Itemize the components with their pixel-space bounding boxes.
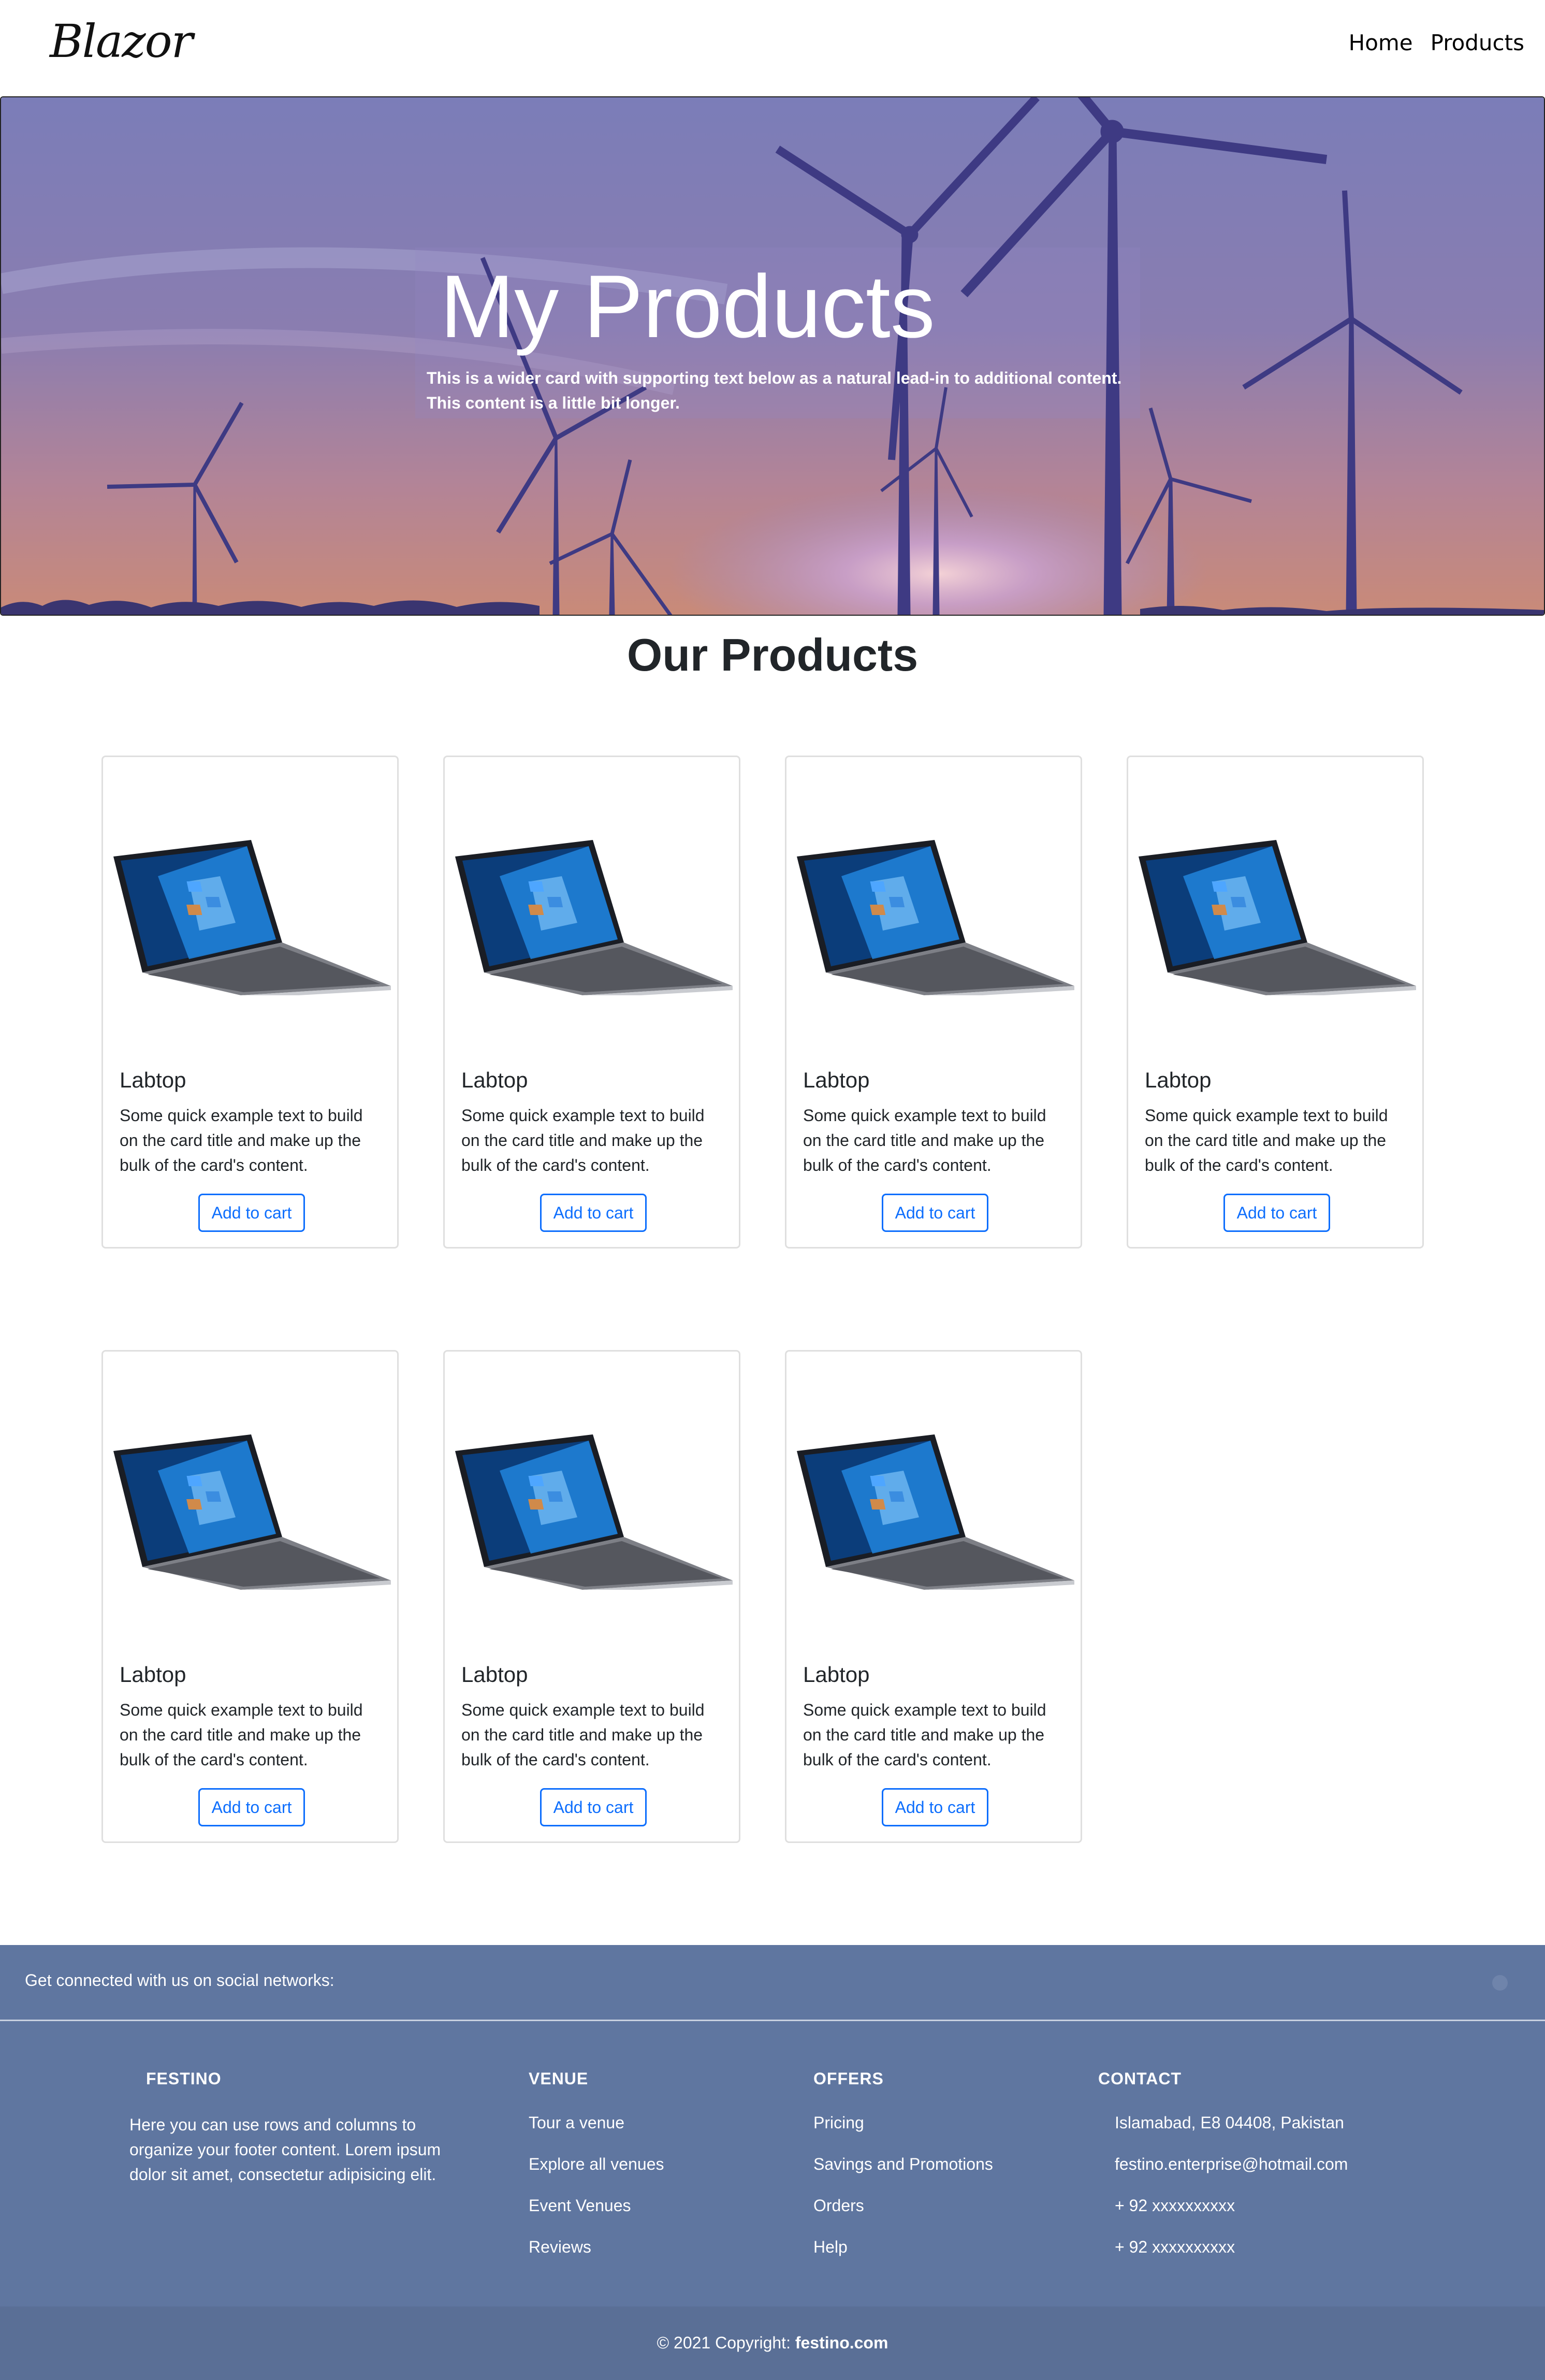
footer-offers-heading: OFFERS bbox=[813, 2069, 884, 2088]
brand-logo[interactable]: Blazor bbox=[50, 14, 193, 68]
add-to-cart-button[interactable]: Add to cart bbox=[540, 1194, 647, 1232]
laptop-icon bbox=[113, 840, 391, 995]
footer-link-event-venues[interactable]: Event Venues bbox=[529, 2195, 664, 2237]
nav-link-home[interactable]: Home bbox=[1349, 30, 1413, 55]
laptop-icon bbox=[1139, 840, 1416, 995]
footer-link-explore-venues[interactable]: Explore all venues bbox=[529, 2154, 664, 2195]
copyright-prefix: © 2021 Copyright: bbox=[657, 2333, 795, 2352]
footer-link-pricing[interactable]: Pricing bbox=[813, 2112, 993, 2154]
copyright-text: © 2021 Copyright: festino.com bbox=[0, 2333, 1545, 2353]
footer-contact-column: CONTACT Islamabad, E8 04408, Pakistan fe… bbox=[1098, 2069, 1348, 2278]
add-to-cart-button[interactable]: Add to cart bbox=[198, 1788, 305, 1826]
product-card-title: Labtop bbox=[461, 1068, 528, 1092]
product-card-title: Labtop bbox=[1145, 1068, 1212, 1092]
copyright-bar: © 2021 Copyright: festino.com bbox=[0, 2306, 1545, 2380]
social-bar: Get connected with us on social networks… bbox=[0, 1945, 1545, 2021]
footer-brand-column: FESTINO Here you can use rows and column… bbox=[129, 2069, 482, 2187]
add-to-cart-button[interactable]: Add to cart bbox=[882, 1788, 988, 1826]
product-card: Labtop Some quick example text to build o… bbox=[1127, 756, 1424, 1249]
nav-link-products[interactable]: Products bbox=[1431, 30, 1524, 55]
social-network-icon[interactable] bbox=[1492, 1975, 1508, 1991]
product-card-title: Labtop bbox=[803, 1662, 870, 1687]
product-card: Labtop Some quick example text to build o… bbox=[785, 756, 1082, 1249]
product-card-text: Some quick example text to build on the … bbox=[120, 1106, 363, 1174]
product-card: Labtop Some quick example text to build o… bbox=[443, 1350, 740, 1843]
footer-contact-address: Islamabad, E8 04408, Pakistan bbox=[1115, 2113, 1344, 2132]
laptop-icon bbox=[797, 840, 1074, 995]
footer-contact-heading: CONTACT bbox=[1098, 2069, 1182, 2088]
footer-link-tour-venue[interactable]: Tour a venue bbox=[529, 2112, 664, 2154]
footer: Get connected with us on social networks… bbox=[0, 1945, 1545, 2380]
product-card-text: Some quick example text to build on the … bbox=[120, 1701, 363, 1769]
section-title: Our Products bbox=[626, 629, 919, 680]
nav-links: Home Products bbox=[1349, 30, 1524, 55]
add-to-cart-button[interactable]: Add to cart bbox=[1223, 1194, 1330, 1232]
product-card: Labtop Some quick example text to build o… bbox=[785, 1350, 1082, 1843]
copyright-brand-link[interactable]: festino.com bbox=[795, 2333, 888, 2352]
footer-contact-phone: + 92 xxxxxxxxxx bbox=[1115, 2238, 1235, 2256]
footer-venue-column: VENUE Tour a venue Explore all venues Ev… bbox=[529, 2069, 664, 2278]
footer-contact-email[interactable]: festino.enterprise@hotmail.com bbox=[1115, 2154, 1348, 2195]
product-card-text: Some quick example text to build on the … bbox=[461, 1701, 705, 1769]
footer-link-reviews[interactable]: Reviews bbox=[529, 2237, 664, 2278]
product-card-title: Labtop bbox=[803, 1068, 870, 1092]
product-card-title: Labtop bbox=[120, 1662, 186, 1687]
footer-link-savings[interactable]: Savings and Promotions bbox=[813, 2154, 993, 2195]
laptop-icon bbox=[455, 840, 733, 995]
laptop-icon bbox=[113, 1434, 391, 1590]
hero-title: My Products bbox=[440, 257, 935, 356]
footer-brand-heading: FESTINO bbox=[146, 2069, 222, 2088]
product-card: Labtop Some quick example text to build o… bbox=[101, 1350, 399, 1843]
footer-contact-phone: + 92 xxxxxxxxxx bbox=[1115, 2196, 1235, 2215]
laptop-icon bbox=[455, 1434, 733, 1590]
product-card: Labtop Some quick example text to build o… bbox=[101, 756, 399, 1249]
product-card-text: Some quick example text to build on the … bbox=[1145, 1106, 1388, 1174]
footer-offers-column: OFFERS Pricing Savings and Promotions Or… bbox=[813, 2069, 993, 2278]
navbar: Blazor Home Products bbox=[0, 0, 1545, 96]
product-card-title: Labtop bbox=[120, 1068, 186, 1092]
laptop-icon bbox=[797, 1434, 1074, 1590]
footer-link-orders[interactable]: Orders bbox=[813, 2195, 993, 2237]
product-card-title: Labtop bbox=[461, 1662, 528, 1687]
product-card-text: Some quick example text to build on the … bbox=[461, 1106, 705, 1174]
footer-venue-heading: VENUE bbox=[529, 2069, 589, 2088]
product-card-text: Some quick example text to build on the … bbox=[803, 1701, 1046, 1769]
footer-brand-text: Here you can use rows and columns to org… bbox=[129, 2115, 441, 2184]
product-card: Labtop Some quick example text to build o… bbox=[443, 756, 740, 1249]
social-text: Get connected with us on social networks… bbox=[25, 1971, 334, 1990]
add-to-cart-button[interactable]: Add to cart bbox=[882, 1194, 988, 1232]
hero-description: This is a wider card with supporting tex… bbox=[427, 369, 1122, 412]
add-to-cart-button[interactable]: Add to cart bbox=[198, 1194, 305, 1232]
product-card-text: Some quick example text to build on the … bbox=[803, 1106, 1046, 1174]
add-to-cart-button[interactable]: Add to cart bbox=[540, 1788, 647, 1826]
footer-link-help[interactable]: Help bbox=[813, 2237, 993, 2278]
hero-banner: My Products This is a wider card with su… bbox=[0, 96, 1545, 616]
